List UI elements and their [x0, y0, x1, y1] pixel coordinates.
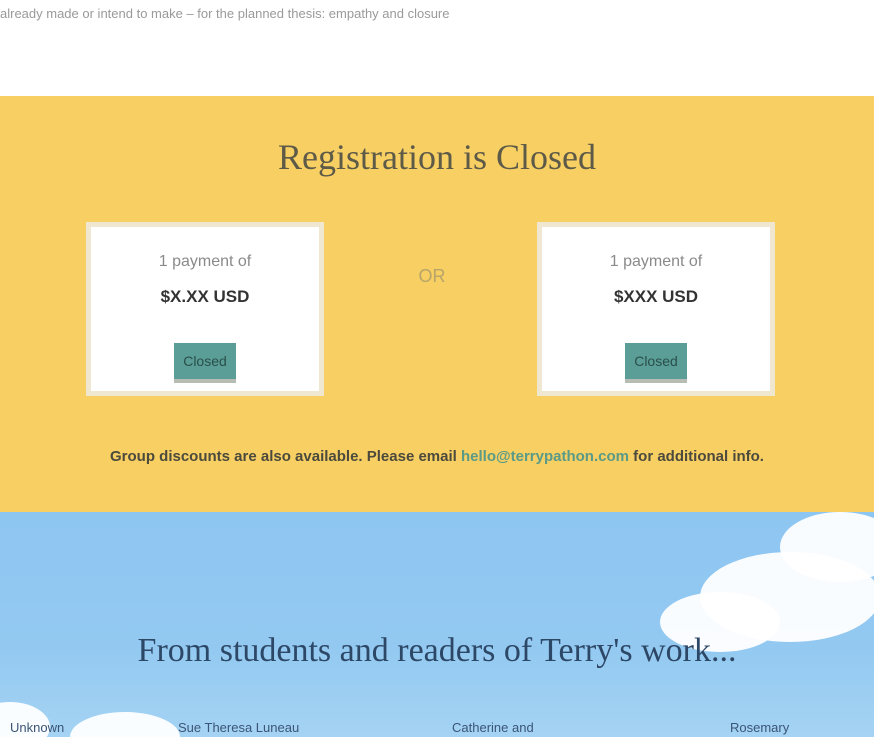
- testimonial-name: Unknown: [10, 720, 65, 735]
- group-text-after: for additional info.: [633, 448, 764, 465]
- testimonials-section: From students and readers of Terry's wor…: [0, 512, 874, 737]
- testimonial-name: Rosemary: [730, 720, 790, 735]
- payment-label: 1 payment of: [158, 253, 252, 270]
- registration-section: Registration is Closed 1 payment of $X.X…: [0, 96, 874, 512]
- payment-label: 1 payment of: [609, 253, 703, 270]
- closed-button-1[interactable]: Closed: [174, 343, 236, 379]
- group-text-before: Group discounts are also available. Plea…: [110, 448, 457, 465]
- top-intro-text: already made or intend to make – for the…: [0, 6, 450, 21]
- payment-card-1: 1 payment of $X.XX USD Closed: [86, 222, 324, 396]
- payment-price: $XXX USD: [613, 287, 699, 306]
- group-discount-text: Group discounts are also available. Plea…: [0, 448, 874, 465]
- testimonials-title: From students and readers of Terry's wor…: [137, 632, 737, 669]
- payment-price: $X.XX USD: [160, 287, 250, 306]
- group-email-link[interactable]: hello@terrypathon.com: [461, 448, 629, 465]
- testimonial-names: Unknown Sue Theresa Luneau Catherine and…: [0, 720, 874, 737]
- testimonial-name: Catherine and: [452, 720, 534, 735]
- top-strip: already made or intend to make – for the…: [0, 0, 874, 96]
- payment-card-2: 1 payment of $XXX USD Closed: [537, 222, 775, 396]
- or-separator: OR: [418, 266, 446, 286]
- testimonial-name: Sue Theresa Luneau: [178, 720, 300, 735]
- registration-title: Registration is Closed: [278, 137, 596, 177]
- closed-button-2[interactable]: Closed: [625, 343, 687, 379]
